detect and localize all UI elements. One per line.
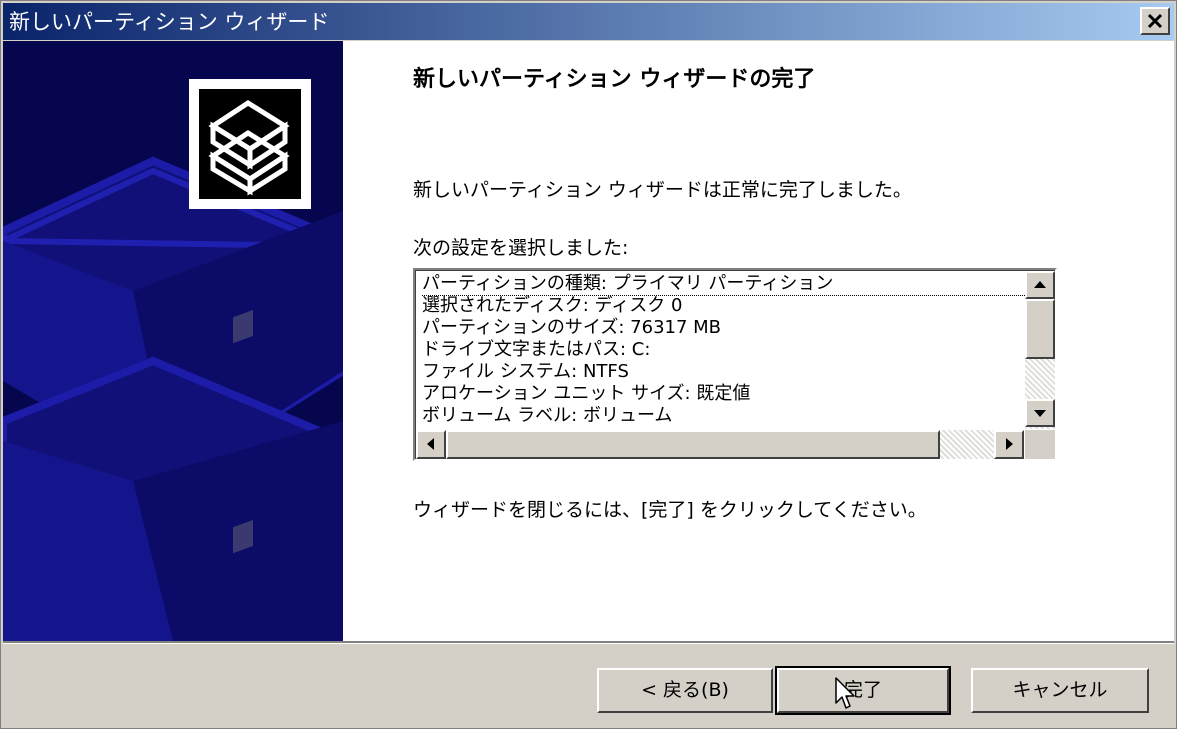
success-message: 新しいパーティション ウィザードは正常に完了しました。: [413, 179, 912, 201]
scroll-right-icon: [1006, 438, 1013, 450]
list-item[interactable]: アロケーション ユニット サイズ: 既定値: [422, 383, 1042, 405]
scroll-thumb[interactable]: [1025, 299, 1055, 359]
scroll-down-button[interactable]: [1025, 399, 1055, 427]
scroll-up-icon: [1034, 281, 1046, 288]
close-button[interactable]: [1140, 7, 1170, 35]
scroll-down-icon: [1034, 410, 1046, 417]
list-item[interactable]: 選択されたディスク: ディスク 0: [422, 295, 1042, 317]
vertical-scrollbar[interactable]: [1025, 271, 1055, 429]
scrollbar-corner: [1025, 430, 1055, 459]
list-item[interactable]: ボリューム ラベル: ボリューム: [422, 405, 1042, 427]
window-title: 新しいパーティション ウィザード: [9, 10, 330, 34]
horizontal-scrollbar[interactable]: [416, 430, 1024, 459]
settings-label: 次の設定を選択しました:: [413, 237, 629, 259]
list-item[interactable]: ファイル システム: NTFS: [422, 361, 1042, 383]
page-title: 新しいパーティション ウィザードの完了: [413, 67, 816, 92]
scroll-left-icon: [427, 438, 434, 450]
finish-button[interactable]: 完了: [775, 666, 951, 715]
wizard-banner: [3, 41, 343, 641]
list-item[interactable]: パーティションのサイズ: 76317 MB: [422, 317, 1042, 339]
disk-stack-icon: [189, 79, 311, 209]
close-icon: [1147, 13, 1163, 29]
banner-artwork: [3, 41, 343, 641]
scroll-up-button[interactable]: [1025, 271, 1055, 299]
list-item[interactable]: パーティションの種類: プライマリ パーティション: [422, 273, 1042, 296]
list-item[interactable]: ドライブ文字またはパス: C:: [422, 339, 1042, 361]
back-button[interactable]: < 戻る(B): [597, 668, 773, 713]
scroll-left-button[interactable]: [416, 430, 446, 459]
title-bar[interactable]: 新しいパーティション ウィザード: [3, 3, 1174, 40]
mouse-cursor-icon: [835, 677, 855, 709]
settings-list: パーティションの種類: プライマリ パーティション 選択されたディスク: ディス…: [422, 273, 1042, 431]
footer-separator: [3, 641, 1174, 644]
wizard-window: 新しいパーティション ウィザード 新しいパーティション ウィザードの完了 新しい…: [0, 0, 1177, 729]
settings-listbox[interactable]: パーティションの種類: プライマリ パーティション 選択されたディスク: ディス…: [413, 268, 1057, 461]
scroll-right-button[interactable]: [994, 430, 1024, 459]
cancel-button[interactable]: キャンセル: [971, 668, 1149, 713]
close-instruction: ウィザードを閉じるには、[完了] をクリックしてください。: [413, 499, 927, 521]
wizard-content: 新しいパーティション ウィザードの完了 新しいパーティション ウィザードは正常に…: [343, 41, 1174, 641]
horizontal-scroll-thumb[interactable]: [446, 430, 940, 459]
